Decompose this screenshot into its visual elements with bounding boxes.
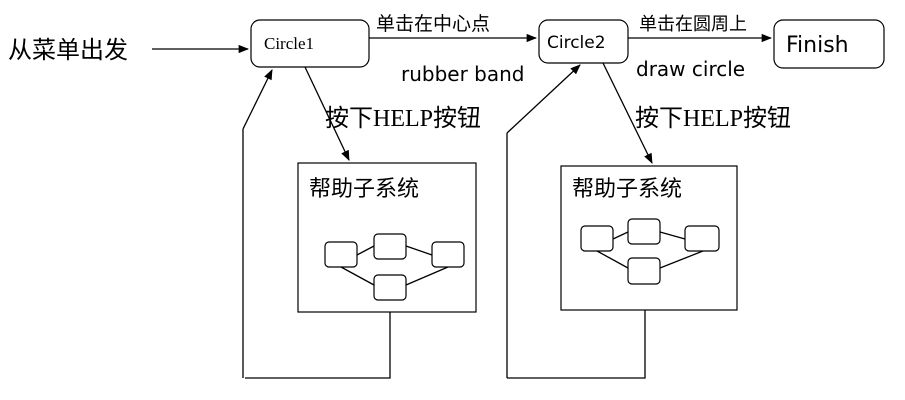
help-label-1: 按下HELP按钮 (325, 105, 481, 132)
transition-c2-finish-top-label: 单击在圆周上 (639, 14, 747, 35)
transition-c2-finish-bottom-label: draw circle (636, 57, 745, 81)
help-label-2: 按下HELP按钮 (635, 105, 791, 132)
return-loop-1-arrow (242, 69, 273, 130)
state-circle1-label: Circle1 (264, 34, 314, 53)
state-diagram: 从菜单出发 Circle1 单击在中心点 rubber band Circle2… (8, 13, 885, 379)
help-panel-1: 帮助子系统 (297, 162, 477, 313)
transition-c1-c2-top-label: 单击在中心点 (376, 13, 490, 35)
help-panel-1-title: 帮助子系统 (309, 177, 419, 202)
state-circle1: Circle1 (250, 19, 370, 68)
help-panel-2: 帮助子系统 (560, 165, 738, 311)
transition-c1-c2-bottom-label: rubber band (401, 62, 525, 86)
return-loop-1-bottom (245, 312, 391, 379)
state-finish: Finish (773, 19, 885, 69)
state-circle2: Circle2 (538, 19, 629, 64)
state-circle2-label: Circle2 (547, 33, 606, 53)
help-panel-2-title: 帮助子系统 (572, 177, 682, 202)
state-finish-label: Finish (786, 33, 849, 58)
start-label: 从菜单出发 (8, 36, 128, 64)
return-loop-2-bottom (507, 310, 646, 379)
